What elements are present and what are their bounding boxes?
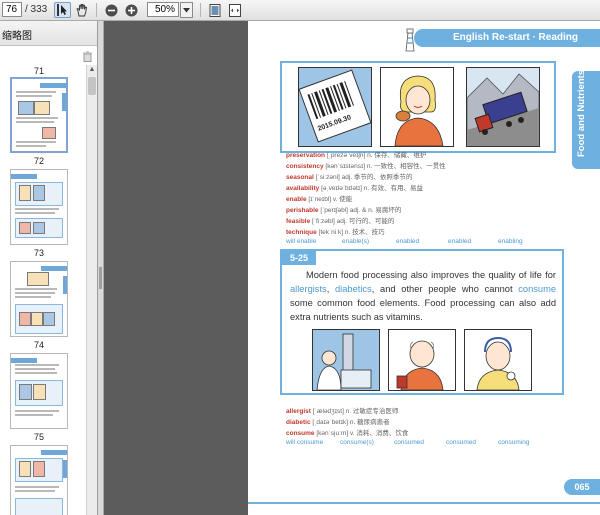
thumbnail-panel: 缩略图 71 72 73 74 75 ▲ xyxy=(0,21,98,515)
page-total: / 333 xyxy=(25,4,48,15)
vocab-entry: consume [kənˈsjuːm] v. 消耗、消费、饮食 xyxy=(286,430,409,437)
chapter-header-title: English Re-start · Reading xyxy=(452,32,578,43)
thumbnail-scrollbar[interactable]: ▲ xyxy=(86,65,97,515)
zoom-input[interactable] xyxy=(147,2,179,17)
thumbnail-label: 73 xyxy=(33,248,44,258)
word-form-option: consuming xyxy=(498,439,530,446)
word-form-option: consumed xyxy=(446,439,476,446)
vocab-entry: seasonal [ˈsiːzənl] adj. 季节的、依照季节的 xyxy=(286,174,413,181)
hand-icon xyxy=(75,3,87,16)
fit-width-button[interactable] xyxy=(226,2,243,18)
man-with-headphones-illustration xyxy=(464,329,532,391)
person-icon xyxy=(476,336,520,391)
toolbar-separator xyxy=(96,3,97,17)
thumbnail-page-71[interactable] xyxy=(10,77,68,153)
fit-page-icon xyxy=(209,3,220,17)
fit-page-button[interactable] xyxy=(206,2,223,18)
vocab-entry: diabetic [ˌdaɪəˈbetɪk] n. 糖尿病患者 xyxy=(286,419,390,426)
splitter-grip[interactable] xyxy=(99,267,102,289)
vocab-entry: feasible [ˈfiːzəbl] adj. 可行的、可能的 xyxy=(286,218,395,225)
elderly-man-illustration xyxy=(388,329,456,391)
panel-header: 缩略图 xyxy=(0,21,97,46)
zoom-in-icon xyxy=(125,4,138,16)
reading-passage-box: 5-25 Modern food processing also improve… xyxy=(280,249,564,395)
panel-splitter[interactable] xyxy=(98,21,104,515)
word-form-option: enabled xyxy=(448,238,472,245)
section-side-tab: Food and Nutrients xyxy=(572,69,600,169)
word-form-option: enable(s) xyxy=(342,238,370,245)
thumbnail-label: 74 xyxy=(33,340,44,350)
thumbnail-label: 75 xyxy=(33,432,44,442)
thumbnail-page-72[interactable] xyxy=(10,169,68,245)
passage-number: 5-25 xyxy=(282,251,316,265)
chapter-header: English Re-start · Reading xyxy=(414,29,600,47)
vocab-entry: technique [tekˈniːk] n. 技术、技巧 xyxy=(286,229,385,236)
toolbar: / 333 xyxy=(0,0,600,21)
illustration-panel: 2015.09.30 xyxy=(280,61,556,153)
barcode-icon xyxy=(298,69,372,143)
footer-rule xyxy=(248,502,600,504)
zoom-in-button[interactable] xyxy=(123,2,140,18)
word-form-option: consumed xyxy=(394,439,424,446)
thumbnail-page-73[interactable] xyxy=(10,261,68,337)
chevron-down-icon xyxy=(183,7,190,12)
truck-illustration xyxy=(466,67,540,147)
vocab-entry: preservation [ˌprezəˈveɪʃn] n. 保存、储藏、维护 xyxy=(286,152,427,159)
woman-eating-illustration xyxy=(380,67,454,147)
panel-title: 缩略图 xyxy=(2,31,32,42)
scientist-illustration xyxy=(312,329,380,391)
section-side-tab-label: Food and Nutrients xyxy=(576,69,587,157)
truck-icon xyxy=(466,73,540,147)
barcode-illustration: 2015.09.30 xyxy=(298,67,372,147)
page-number-input[interactable] xyxy=(2,2,22,17)
elderly-man-icon xyxy=(396,340,444,391)
thumbnail-list: 71 72 73 74 75 xyxy=(0,65,86,515)
scroll-up-arrow-icon[interactable]: ▲ xyxy=(87,65,97,75)
word-form-option: will enable xyxy=(286,238,317,245)
zoom-out-button[interactable] xyxy=(103,2,120,18)
vocab-entry: availability [əˌveɪləˈbɪlətɪ] n. 有效、有用、易… xyxy=(286,185,423,192)
trash-icon xyxy=(83,51,92,62)
word-form-option: will consume xyxy=(286,439,324,446)
word-form-option: enabling xyxy=(498,238,523,245)
word-form-option: enabled xyxy=(396,238,420,245)
fit-width-icon xyxy=(228,3,241,17)
zoom-dropdown-button[interactable] xyxy=(180,2,193,18)
document-page: English Re-start · Reading Food and Nutr… xyxy=(248,21,600,515)
zoom-out-icon xyxy=(105,4,118,16)
word-form-option: consume(s) xyxy=(340,439,374,446)
toolbar-separator xyxy=(200,3,201,17)
passage-text: Modern food processing also improves the… xyxy=(290,270,557,322)
cursor-icon xyxy=(57,4,67,16)
select-tool-button[interactable] xyxy=(54,2,71,18)
scientist-icon xyxy=(316,333,372,391)
vocab-entry: consistency [kənˈsɪstənsɪ] n. 一致性、相容性、一贯… xyxy=(286,163,446,170)
thumbnail-label: 71 xyxy=(33,66,44,76)
vocab-entry: allergist [ˈælədʒɪst] n. 过敏症专治医师 xyxy=(286,408,399,415)
thumbnail-page-75[interactable] xyxy=(10,445,68,515)
thumbnail-page-74[interactable] xyxy=(10,353,68,429)
thumbnail-label: 72 xyxy=(33,156,44,166)
hand-tool-button[interactable] xyxy=(73,2,90,18)
woman-icon xyxy=(394,75,444,147)
scrollbar-thumb[interactable] xyxy=(88,77,96,95)
vocab-entry: perishable [ˈperɪʃəbl] adj. & n. 易腐坏的 xyxy=(286,207,402,214)
page-number: 065 xyxy=(564,479,600,495)
vocab-entry: enable [ɪˈneɪbl] v. 使能 xyxy=(286,196,353,203)
